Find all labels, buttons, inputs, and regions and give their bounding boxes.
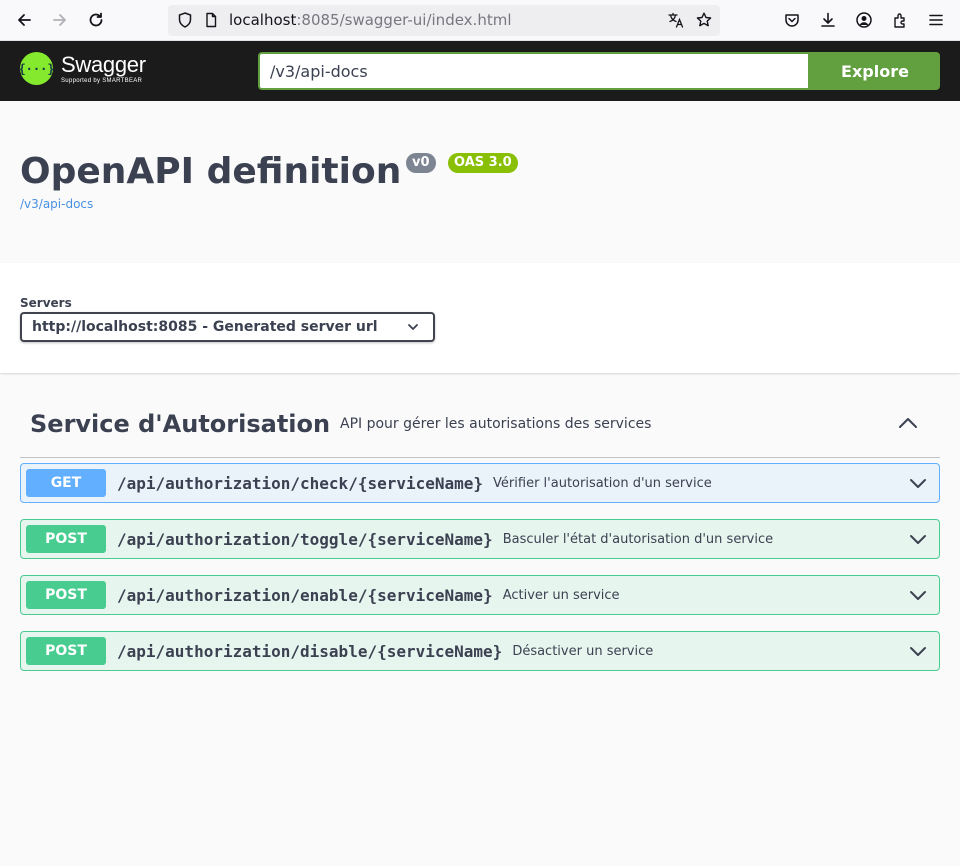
- tag-header[interactable]: Service d'Autorisation API pour gérer le…: [20, 398, 940, 458]
- servers-section: Servers http://localhost:8085 - Generate…: [0, 263, 960, 373]
- swagger-logo[interactable]: {···} Swagger Supported by SMARTBEAR: [18, 51, 146, 85]
- operation-post-disable[interactable]: POST /api/authorization/disable/{service…: [20, 631, 940, 671]
- operation-summary: Activer un service: [502, 587, 620, 603]
- operation-path: /api/authorization/toggle/{serviceName}: [117, 529, 493, 549]
- shield-icon[interactable]: [173, 8, 197, 32]
- operation-post-enable[interactable]: POST /api/authorization/enable/{serviceN…: [20, 575, 940, 615]
- logo-subtitle: Supported by SMARTBEAR: [61, 77, 143, 84]
- operation-summary: Basculer l'état d'autorisation d'un serv…: [502, 531, 774, 547]
- servers-selected-value: http://localhost:8085 - Generated server…: [32, 319, 378, 335]
- forward-arrow-icon[interactable]: [48, 8, 72, 32]
- servers-label: Servers: [20, 296, 72, 310]
- logo-name: Swagger: [61, 51, 146, 77]
- back-arrow-icon[interactable]: [12, 8, 36, 32]
- api-docs-link[interactable]: /v3/api-docs: [20, 197, 93, 211]
- operation-path: /api/authorization/check/{serviceName}: [117, 473, 484, 493]
- operation-summary: Vérifier l'autorisation d'un service: [493, 475, 712, 491]
- url-text: localhost:8085/swagger-ui/index.html: [229, 11, 512, 29]
- method-badge: POST: [26, 581, 106, 609]
- version-badge: v0: [406, 153, 436, 173]
- page-title: OpenAPI definition: [20, 151, 402, 192]
- chevron-down-icon[interactable]: [909, 645, 927, 657]
- operation-get-check[interactable]: GET /api/authorization/check/{serviceNam…: [20, 463, 940, 503]
- oas-badge: OAS 3.0: [448, 153, 518, 173]
- spec-url-input[interactable]: [258, 52, 810, 90]
- operation-post-toggle[interactable]: POST /api/authorization/toggle/{serviceN…: [20, 519, 940, 559]
- operation-summary: Désactiver un service: [512, 643, 654, 659]
- translate-icon[interactable]: [664, 8, 688, 32]
- extensions-icon[interactable]: [888, 8, 912, 32]
- chevron-up-icon[interactable]: [898, 416, 918, 430]
- operation-path: /api/authorization/disable/{serviceName}: [117, 641, 503, 661]
- address-bar[interactable]: localhost:8085/swagger-ui/index.html: [168, 5, 720, 36]
- account-icon[interactable]: [852, 8, 876, 32]
- swagger-logo-icon: {···}: [18, 52, 55, 85]
- page-icon[interactable]: [199, 8, 223, 32]
- method-badge: POST: [26, 525, 106, 553]
- method-badge: POST: [26, 637, 106, 665]
- chevron-down-icon[interactable]: [909, 533, 927, 545]
- download-icon[interactable]: [816, 8, 840, 32]
- explore-button[interactable]: Explore: [810, 52, 940, 90]
- reload-icon[interactable]: [84, 8, 108, 32]
- menu-icon[interactable]: [924, 8, 948, 32]
- tag-description: API pour gérer les autorisations des ser…: [340, 416, 652, 432]
- pocket-icon[interactable]: [780, 8, 804, 32]
- operation-path: /api/authorization/enable/{serviceName}: [117, 585, 493, 605]
- chevron-down-icon[interactable]: [909, 589, 927, 601]
- method-badge: GET: [26, 469, 106, 497]
- api-info: OpenAPI definition v0 OAS 3.0 /v3/api-do…: [0, 101, 960, 263]
- tag-title: Service d'Autorisation: [30, 410, 331, 438]
- bookmark-star-icon[interactable]: [692, 8, 716, 32]
- chevron-down-icon: [408, 324, 418, 330]
- servers-select[interactable]: http://localhost:8085 - Generated server…: [20, 312, 435, 342]
- browser-toolbar: localhost:8085/swagger-ui/index.html: [0, 0, 960, 41]
- chevron-down-icon[interactable]: [909, 477, 927, 489]
